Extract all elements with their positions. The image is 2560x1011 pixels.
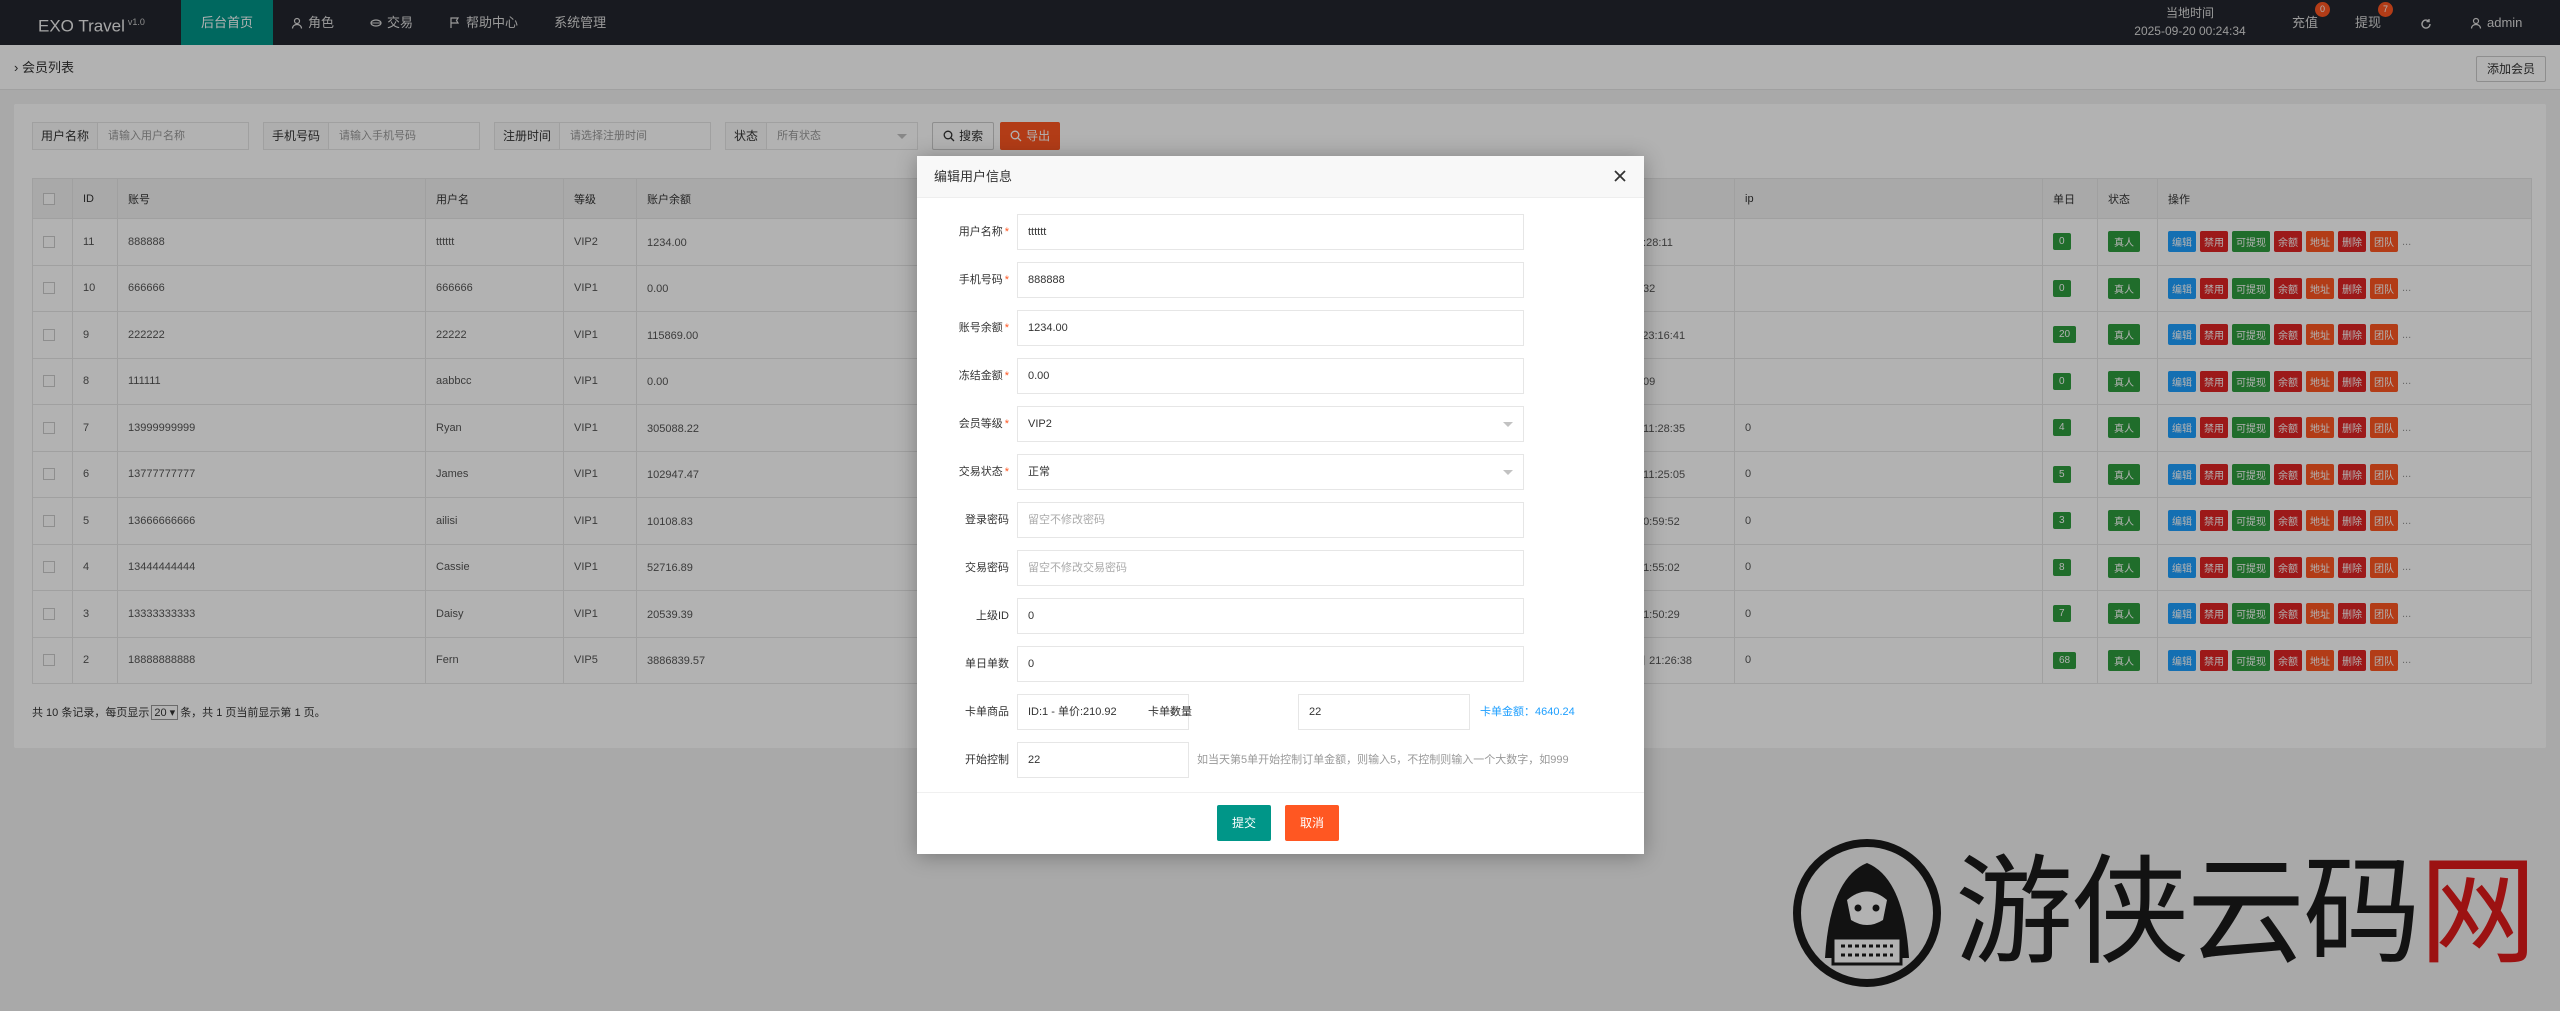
username-row: 用户名称 * tttttt [917, 214, 1644, 250]
start-control-hint: 如当天第5单开始控制订单金额，则输入5，不控制则输入一个大数字，如999 [1197, 754, 1569, 766]
login-password-field[interactable]: 留空不修改密码 [1017, 502, 1524, 538]
card-qty-field[interactable]: 22 [1298, 694, 1470, 730]
submit-button[interactable]: 提交 [1217, 805, 1272, 841]
login-pwd-row: 登录密码 留空不修改密码 [917, 502, 1644, 538]
edit-user-modal: 编辑用户信息 用户名称 * tttttt 手机号码 * 888888 账号余额 * 1… [917, 156, 1644, 854]
trade-status-row: 交易状态 * 正常 [917, 454, 1644, 490]
trade-password-field[interactable]: 留空不修改交易密码 [1017, 550, 1524, 586]
modal-title: 编辑用户信息 [917, 156, 1644, 198]
parent-row: 上级ID 0 [917, 598, 1644, 634]
close-icon[interactable] [1610, 166, 1630, 186]
parent-id-field[interactable]: 0 [1017, 598, 1524, 634]
trade-status-select[interactable]: 正常 [1017, 454, 1524, 490]
phone-field[interactable]: 888888 [1017, 262, 1524, 298]
trade-pwd-row: 交易密码 留空不修改交易密码 [917, 550, 1644, 586]
daily-count-field[interactable]: 0 [1017, 646, 1524, 682]
username-field[interactable]: tttttt [1017, 214, 1524, 250]
level-row: 会员等级 * VIP2 [917, 406, 1644, 442]
start-control-row: 开始控制 22 如当天第5单开始控制订单金额，则输入5，不控制则输入一个大数字，… [917, 742, 1644, 778]
card-row: 卡单商品 ID:1 - 单价:210.92 卡单数量 22 卡单金额：4640.… [917, 694, 1644, 730]
balance-row: 账号余额 * 1234.00 [917, 310, 1644, 346]
frozen-row: 冻结金额 * 0.00 [917, 358, 1644, 394]
chevron-down-icon [1503, 470, 1513, 475]
balance-field[interactable]: 1234.00 [1017, 310, 1524, 346]
frozen-field[interactable]: 0.00 [1017, 358, 1524, 394]
daily-row: 单日单数 0 [917, 646, 1644, 682]
card-amount: 卡单金额：4640.24 [1480, 706, 1575, 718]
level-select[interactable]: VIP2 [1017, 406, 1524, 442]
start-control-field[interactable]: 22 [1017, 742, 1189, 778]
modal-footer: 提交 取消 [917, 792, 1644, 854]
chevron-down-icon [1503, 422, 1513, 427]
phone-row: 手机号码 * 888888 [917, 262, 1644, 298]
cancel-button[interactable]: 取消 [1285, 805, 1340, 841]
